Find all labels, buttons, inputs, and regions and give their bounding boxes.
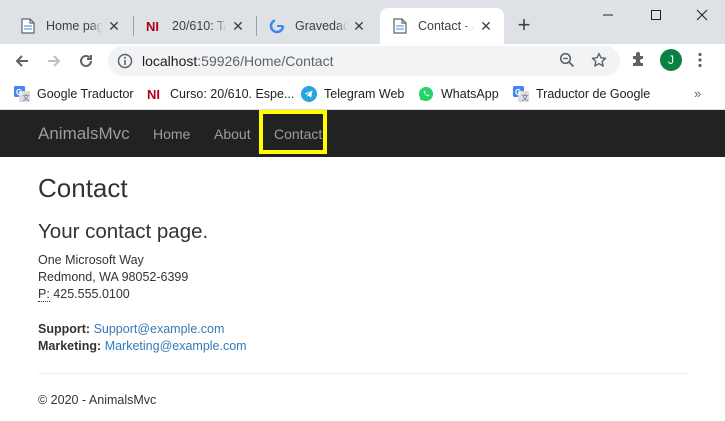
close-icon[interactable]: ✕ <box>351 18 367 34</box>
close-icon[interactable] <box>679 0 725 30</box>
svg-text:G: G <box>515 88 521 97</box>
svg-text:文: 文 <box>23 93 30 102</box>
highlight-box <box>259 110 327 154</box>
svg-text:NI: NI <box>147 87 160 101</box>
tab-tareas[interactable]: NI 20/610: Tareas ✕ <box>134 8 256 44</box>
translate-icon: G文 <box>513 86 529 102</box>
support-label: Support: <box>38 322 91 336</box>
site-brand[interactable]: AnimalsMvc <box>38 124 130 144</box>
menu-dots-icon[interactable] <box>698 52 702 73</box>
marketing-email-link[interactable]: Marketing@example.com <box>105 339 247 353</box>
page-subtitle: Your contact page. <box>38 220 209 243</box>
bookmark-telegram-web[interactable]: Telegram Web <box>301 84 404 104</box>
bookmark-label: WhatsApp <box>441 87 499 101</box>
url-path: :59926/Home/Contact <box>197 53 334 69</box>
address-line-2: Redmond, WA 98052-6399 <box>38 270 189 284</box>
bookmark-curso[interactable]: NI Curso: 20/610. Espe... <box>147 84 294 104</box>
tab-title: Gravedad Cero <box>295 19 347 33</box>
bookmark-label: Google Traductor <box>37 87 134 101</box>
bookmark-google-traductor[interactable]: G文 Google Traductor <box>14 84 134 104</box>
reload-icon[interactable] <box>73 48 99 74</box>
google-icon <box>269 18 285 34</box>
marketing-label: Marketing: <box>38 339 102 353</box>
forward-arrow-icon[interactable] <box>41 48 67 74</box>
telegram-icon <box>301 86 317 102</box>
ni-logo-icon: NI <box>146 18 162 34</box>
tab-strip: Home page - AnimalsMvc ✕ NI 20/610: Tare… <box>0 0 725 44</box>
marketing-line: Marketing: Marketing@example.com <box>38 339 247 353</box>
close-icon[interactable]: ✕ <box>230 18 246 34</box>
maximize-icon[interactable] <box>633 0 679 30</box>
nav-home-link[interactable]: Home <box>153 126 190 142</box>
svg-text:G: G <box>16 88 22 97</box>
star-icon[interactable] <box>591 52 607 73</box>
page-title: Contact <box>38 173 128 203</box>
back-arrow-icon[interactable] <box>9 48 35 74</box>
close-icon[interactable]: ✕ <box>106 18 122 34</box>
bookmark-traductor-de-google[interactable]: G文 Traductor de Google <box>513 84 650 104</box>
info-icon[interactable] <box>117 53 133 74</box>
close-icon[interactable]: ✕ <box>478 18 494 34</box>
bookmark-label: Curso: 20/610. Espe... <box>170 87 295 101</box>
bookmark-label: Traductor de Google <box>536 87 651 101</box>
profile-avatar[interactable]: J <box>660 49 682 71</box>
footer-divider <box>38 373 688 374</box>
support-line: Support: Support@example.com <box>38 322 224 336</box>
tab-title: 20/610: Tareas <box>172 19 226 33</box>
ni-logo-icon: NI <box>147 86 163 102</box>
page-footer: © 2020 - AnimalsMvc <box>38 393 157 407</box>
document-icon <box>392 18 408 34</box>
bookmark-label: Telegram Web <box>324 87 405 101</box>
browser-toolbar: localhost:59926/Home/Contact J <box>0 44 725 78</box>
zoom-icon[interactable] <box>559 52 575 73</box>
tab-home-page[interactable]: Home page - AnimalsMvc ✕ <box>8 8 132 44</box>
bookmark-whatsapp[interactable]: WhatsApp <box>418 84 499 104</box>
svg-text:文: 文 <box>522 93 529 102</box>
url-host: localhost <box>142 53 198 69</box>
phone-number: 425.555.0100 <box>53 287 130 301</box>
tab-title: Home page - AnimalsMvc <box>46 19 102 33</box>
tab-contact[interactable]: Contact - AnimalsMvc ✕ <box>380 8 504 44</box>
document-icon <box>20 18 36 34</box>
tab-title: Contact - AnimalsMvc <box>418 19 474 33</box>
plus-icon[interactable]: + <box>512 12 536 37</box>
svg-text:NI: NI <box>146 19 159 33</box>
nav-about-link[interactable]: About <box>214 126 251 142</box>
extensions-icon[interactable] <box>630 50 648 73</box>
minimize-icon[interactable] <box>585 0 631 30</box>
phone-line: P: 425.555.0100 <box>38 287 130 302</box>
bookmarks-bar: G文 Google Traductor NI Curso: 20/610. Es… <box>0 78 725 110</box>
url-text[interactable]: localhost:59926/Home/Contact <box>142 53 333 69</box>
bookmarks-more-chevron-icon[interactable]: » <box>694 86 701 101</box>
site-navbar: AnimalsMvc Home About Contact <box>0 110 725 157</box>
address-bar[interactable]: localhost:59926/Home/Contact <box>108 46 620 76</box>
support-email-link[interactable]: Support@example.com <box>94 322 225 336</box>
whatsapp-icon <box>418 86 434 102</box>
translate-icon: G文 <box>14 86 30 102</box>
phone-abbr: P: <box>38 287 50 302</box>
address-line-1: One Microsoft Way <box>38 253 144 267</box>
tab-gravedad[interactable]: Gravedad Cero ✕ <box>257 8 377 44</box>
